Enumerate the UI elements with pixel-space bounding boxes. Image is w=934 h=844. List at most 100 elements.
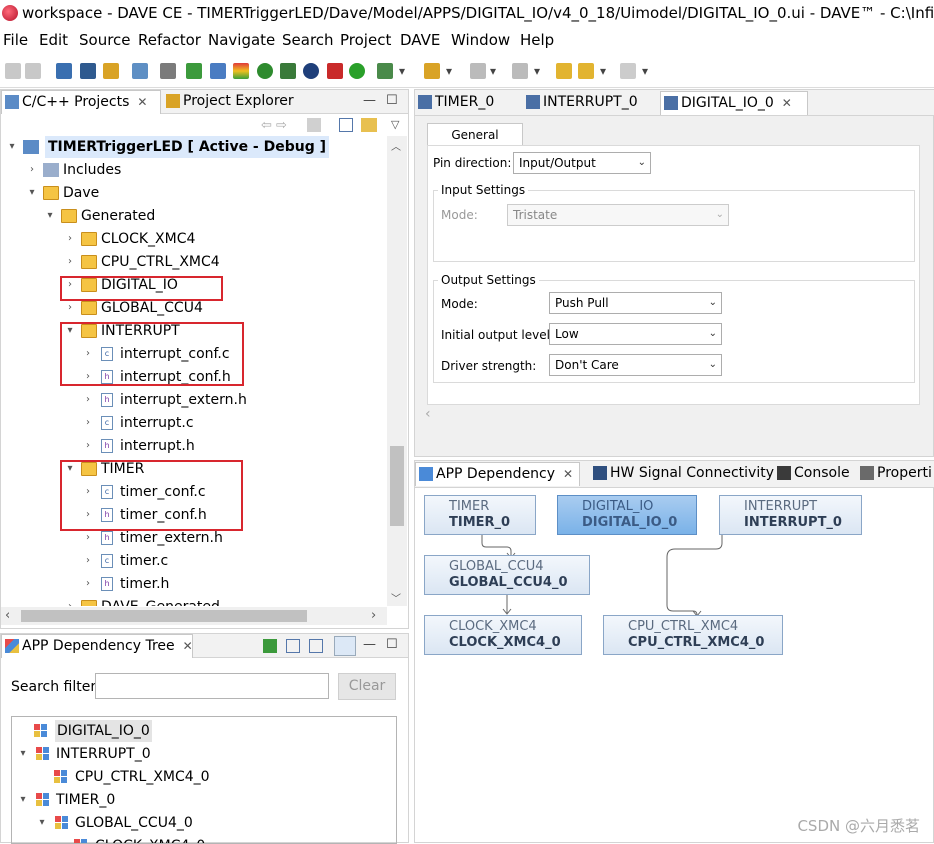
- app-list-icon[interactable]: [210, 63, 226, 79]
- debug-icon[interactable]: [377, 63, 393, 79]
- horizontal-scrollbar[interactable]: [427, 408, 920, 426]
- camera-icon[interactable]: [132, 63, 148, 79]
- back-icon[interactable]: [578, 63, 594, 79]
- scroll-left-icon[interactable]: ‹: [425, 406, 431, 422]
- pin-mapping-icon[interactable]: [233, 63, 249, 79]
- save-icon[interactable]: [5, 63, 21, 79]
- next-annotation-icon[interactable]: [470, 63, 486, 79]
- expand-arrow[interactable]: ▾: [16, 789, 30, 811]
- pin-direction-select[interactable]: Input/Output ⌄: [513, 152, 651, 174]
- chevron-down-icon[interactable]: ▾: [490, 63, 496, 79]
- menu-help[interactable]: Help: [520, 31, 554, 49]
- chip-icon[interactable]: [257, 63, 273, 79]
- expand-arrow[interactable]: ▾: [43, 205, 57, 227]
- chevron-down-icon[interactable]: ▾: [600, 63, 606, 79]
- last-edit-icon[interactable]: [556, 63, 572, 79]
- variables-icon[interactable]: [160, 63, 176, 79]
- menu-window[interactable]: Window: [451, 31, 510, 49]
- close-icon[interactable]: ✕: [183, 639, 193, 653]
- link-icon[interactable]: [334, 636, 356, 656]
- menu-source[interactable]: Source: [79, 31, 131, 49]
- clear-button[interactable]: Clear: [338, 673, 396, 700]
- menu-navigate[interactable]: Navigate: [208, 31, 275, 49]
- expand-icon[interactable]: [309, 639, 323, 653]
- chevron-down-icon[interactable]: ▾: [534, 63, 540, 79]
- tab-digital-io-0[interactable]: DIGITAL_IO_0 ✕: [660, 91, 808, 115]
- menu-refactor[interactable]: Refactor: [138, 31, 201, 49]
- output-mode-select[interactable]: Push Pull ⌄: [549, 292, 722, 314]
- sync-icon[interactable]: [307, 118, 321, 132]
- input-mode-select[interactable]: Tristate ⌄: [507, 204, 729, 226]
- initial-output-level-select[interactable]: Low ⌄: [549, 323, 722, 345]
- menu-file[interactable]: File: [3, 31, 28, 49]
- minimize-icon[interactable]: —: [363, 637, 376, 652]
- tab-app-dependency-tree[interactable]: APP Dependency Tree ✕: [1, 634, 193, 658]
- expand-arrow[interactable]: ›: [63, 596, 77, 606]
- dep-node-clock-xmc4[interactable]: CLOCK_XMC4 CLOCK_XMC4_0: [424, 615, 582, 655]
- tab-project-explorer[interactable]: Project Explorer: [163, 90, 295, 114]
- dep-node-global-ccu4[interactable]: GLOBAL_CCU4 GLOBAL_CCU4_0: [424, 555, 590, 595]
- expand-arrow[interactable]: ›: [81, 550, 95, 572]
- dep-node-timer[interactable]: TIMER TIMER_0: [424, 495, 536, 535]
- scroll-thumb[interactable]: [21, 610, 307, 622]
- expand-arrow[interactable]: ›: [63, 228, 77, 250]
- expand-arrow[interactable]: ›: [81, 389, 95, 411]
- dep-node-cpu-ctrl-xmc4[interactable]: CPU_CTRL_XMC4 CPU_CTRL_XMC4_0: [603, 615, 783, 655]
- tab-interrupt-0[interactable]: INTERRUPT_0: [523, 91, 653, 115]
- generate-code-icon[interactable]: [80, 63, 96, 79]
- menu-edit[interactable]: Edit: [39, 31, 68, 49]
- expand-arrow[interactable]: ›: [63, 251, 77, 273]
- scroll-up-icon[interactable]: ︿: [391, 138, 401, 153]
- expand-arrow[interactable]: ›: [81, 573, 95, 595]
- menu-search[interactable]: Search: [282, 31, 334, 49]
- save-all-icon[interactable]: [25, 63, 41, 79]
- search-filter-input[interactable]: [95, 673, 329, 699]
- forward-icon[interactable]: [620, 63, 636, 79]
- close-icon[interactable]: ✕: [137, 95, 147, 109]
- collapse-all-icon[interactable]: [286, 639, 300, 653]
- dep-node-interrupt[interactable]: INTERRUPT INTERRUPT_0: [719, 495, 862, 535]
- nav-back-forward-icon[interactable]: ⇦ ⇨: [261, 118, 287, 133]
- dave-gear-icon[interactable]: [349, 63, 365, 79]
- chevron-down-icon[interactable]: ▾: [399, 63, 405, 79]
- general-settings-panel: Pin direction: Input/Output ⌄ Input Setti…: [427, 145, 920, 405]
- collapse-all-icon[interactable]: [339, 118, 353, 132]
- expand-arrow[interactable]: ▾: [16, 743, 30, 765]
- maximize-icon[interactable]: ☐: [386, 637, 398, 652]
- menu-dave[interactable]: DAVE: [400, 31, 440, 49]
- info-icon[interactable]: [303, 63, 319, 79]
- project-explorer-icon: [166, 94, 180, 108]
- expand-arrow[interactable]: ▾: [25, 182, 39, 204]
- board-icon[interactable]: [280, 63, 296, 79]
- tab-cpp-projects[interactable]: C/C++ Projects ✕: [1, 90, 161, 114]
- expand-arrow[interactable]: ›: [81, 435, 95, 457]
- driver-strength-select[interactable]: Don't Care ⌄: [549, 354, 722, 376]
- manifest-icon[interactable]: [327, 63, 343, 79]
- scroll-right-icon[interactable]: ›: [371, 608, 376, 623]
- expand-arrow[interactable]: ›: [81, 412, 95, 434]
- chevron-down-icon[interactable]: ▾: [446, 63, 452, 79]
- scroll-down-icon[interactable]: ﹀: [391, 590, 401, 605]
- tag-icon[interactable]: [424, 63, 440, 79]
- add-app-icon[interactable]: [186, 63, 202, 79]
- scroll-left-icon[interactable]: ‹: [5, 608, 10, 623]
- expand-arrow[interactable]: ▾: [5, 136, 19, 158]
- tab-timer-0[interactable]: TIMER_0: [415, 91, 535, 115]
- menu-project[interactable]: Project: [340, 31, 391, 49]
- expand-arrow[interactable]: ›: [25, 159, 39, 181]
- link-editor-icon[interactable]: [361, 118, 377, 132]
- chevron-down-icon[interactable]: ▾: [642, 63, 648, 79]
- prev-annotation-icon[interactable]: [512, 63, 528, 79]
- close-icon[interactable]: ✕: [782, 96, 792, 110]
- minimize-icon[interactable]: —: [363, 93, 376, 108]
- maximize-icon[interactable]: ☐: [386, 93, 398, 108]
- dep-node-digital-io[interactable]: DIGITAL_IO DIGITAL_IO_0: [557, 495, 697, 535]
- build-icon[interactable]: [56, 63, 72, 79]
- expand-arrow[interactable]: ▾: [35, 812, 49, 834]
- vertical-scrollbar[interactable]: [387, 136, 407, 606]
- tab-general-settings[interactable]: General Settings: [427, 123, 523, 164]
- tools-icon[interactable]: [103, 63, 119, 79]
- scroll-thumb[interactable]: [390, 446, 404, 526]
- expand-all-icon[interactable]: [263, 639, 277, 653]
- view-menu-icon[interactable]: ▽: [391, 118, 399, 131]
